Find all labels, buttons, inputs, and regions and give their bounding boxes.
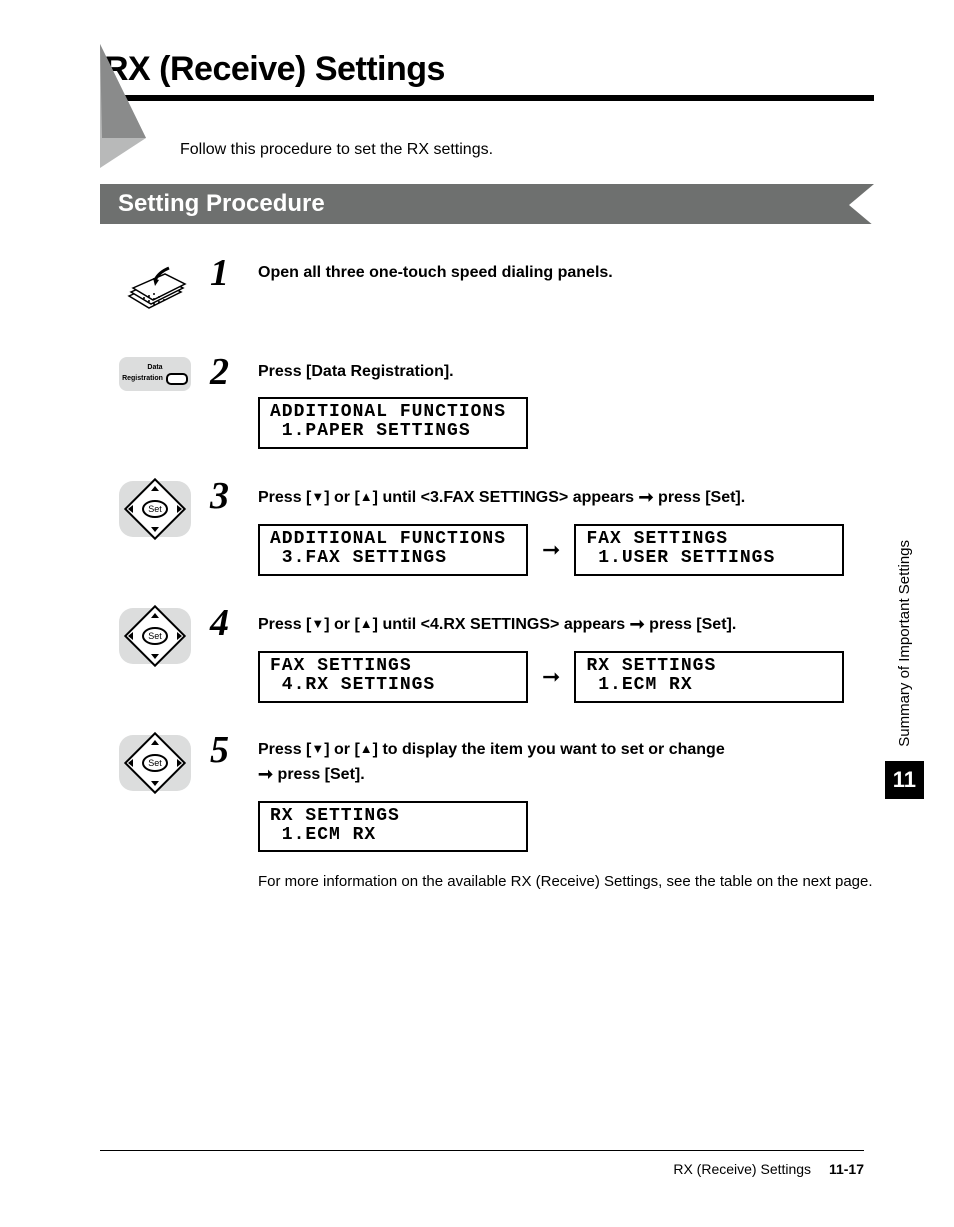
footer-page: 11-17 <box>829 1161 864 1177</box>
arrow-right-icon: ➞ <box>538 537 564 563</box>
lcd-display: ADDITIONAL FUNCTIONS 1.PAPER SETTINGS <box>258 397 528 449</box>
chapter-title: RX (Receive) Settings <box>100 50 874 101</box>
lcd-display: ADDITIONAL FUNCTIONS 3.FAX SETTINGS <box>258 524 528 576</box>
arrow-right-icon: ➞ <box>258 764 273 784</box>
page-footer: RX (Receive) Settings 11-17 <box>100 1150 864 1177</box>
down-triangle-icon: ▼ <box>311 741 324 756</box>
step-number: 2 <box>210 353 258 391</box>
down-triangle-icon: ▼ <box>311 616 324 631</box>
step-text: Open all three one-touch speed dialing p… <box>258 262 874 284</box>
chapter-arrow-icon <box>94 38 164 178</box>
datareg-button-icon <box>166 373 188 385</box>
arrow-right-icon: ➞ <box>639 487 654 507</box>
up-triangle-icon: ▲ <box>360 489 373 504</box>
chapter-header: RX (Receive) Settings <box>100 50 874 101</box>
datareg-label-b: Registration <box>122 375 163 382</box>
section-subhead: Setting Procedure <box>100 184 874 224</box>
intro-text: Follow this procedure to set the RX sett… <box>180 141 874 159</box>
set-button-label: Set <box>142 754 168 772</box>
step-4: Set 4 Press [▼] or [▲] until <4.RX SETTI… <box>100 604 874 703</box>
step-text: Press [▼] or [▲] to display the item you… <box>258 739 874 787</box>
data-registration-icon: Data Registration <box>119 357 191 391</box>
set-nav-icon: Set <box>119 481 191 537</box>
step-number: 5 <box>210 731 258 769</box>
lcd-display: RX SETTINGS 1.ECM RX <box>258 801 528 853</box>
steps-list: 1 Open all three one-touch speed dialing… <box>100 254 874 893</box>
arrow-right-icon: ➞ <box>630 614 645 634</box>
step-2: Data Registration 2 Press [Data Registra… <box>100 353 874 449</box>
set-nav-icon: Set <box>119 608 191 664</box>
side-tab: Summary of Important Settings 11 <box>885 540 924 799</box>
one-touch-panel-icon <box>119 258 191 325</box>
footer-title: RX (Receive) Settings <box>673 1161 811 1177</box>
up-triangle-icon: ▲ <box>360 616 373 631</box>
step-3: Set 3 Press [▼] or [▲] until <3.FAX SETT… <box>100 477 874 576</box>
step-number: 3 <box>210 477 258 515</box>
lcd-display: FAX SETTINGS 1.USER SETTINGS <box>574 524 844 576</box>
side-tab-label: Summary of Important Settings <box>896 540 913 747</box>
lcd-display: RX SETTINGS 1.ECM RX <box>574 651 844 703</box>
step-note: For more information on the available RX… <box>258 872 874 892</box>
side-tab-number: 11 <box>885 761 924 799</box>
lcd-display: FAX SETTINGS 4.RX SETTINGS <box>258 651 528 703</box>
step-number: 4 <box>210 604 258 642</box>
step-text: Press [Data Registration]. <box>258 361 874 383</box>
step-number: 1 <box>210 254 258 292</box>
step-1: 1 Open all three one-touch speed dialing… <box>100 254 874 325</box>
subhead-label: Setting Procedure <box>100 184 874 224</box>
down-triangle-icon: ▼ <box>311 489 324 504</box>
step-5: Set 5 Press [▼] or [▲] to display the it… <box>100 731 874 893</box>
set-nav-icon: Set <box>119 735 191 791</box>
arrow-right-icon: ➞ <box>538 664 564 690</box>
up-triangle-icon: ▲ <box>360 741 373 756</box>
step-text: Press [▼] or [▲] until <4.RX SETTINGS> a… <box>258 612 874 637</box>
datareg-label-a: Data <box>147 364 162 371</box>
step-text: Press [▼] or [▲] until <3.FAX SETTINGS> … <box>258 485 874 510</box>
